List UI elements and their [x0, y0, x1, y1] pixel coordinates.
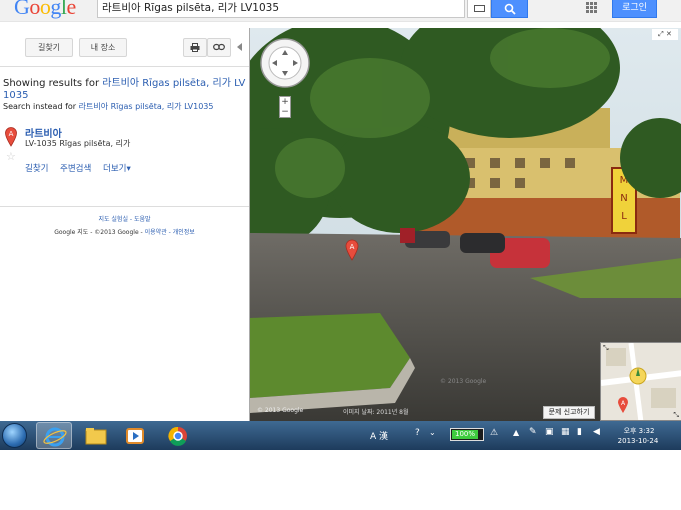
link-icon: [213, 43, 225, 51]
clock-time[interactable]: 오후 3:32: [619, 426, 659, 436]
battery-percent: 100%: [455, 430, 476, 438]
sign-letter: L: [621, 211, 627, 222]
terms-privacy-link[interactable]: 이용약관 - 개인정보: [145, 229, 195, 236]
showing-results-text: Showing results for 라트비아 Rīgas pilsēta, …: [3, 78, 249, 102]
start-button[interactable]: [2, 423, 27, 448]
search-instead-text: Search instead for 라트비아 Rīgas pilsēta, 리…: [3, 101, 214, 112]
footer-links[interactable]: 지도 실험실 - 도움말: [0, 214, 249, 223]
star-icon[interactable]: ☆: [6, 150, 16, 163]
map-copyright: © 2013 Google: [257, 407, 304, 414]
showing-prefix: Showing results for: [3, 78, 100, 89]
instead-prefix: Search instead for: [3, 102, 77, 111]
street-view-panorama[interactable]: M N L A © 2013 Google + − ⤢ ✕ © 2013 Goo…: [249, 28, 681, 421]
show-hidden-icons[interactable]: ▲: [513, 428, 519, 437]
apps-grid-icon[interactable]: [586, 2, 598, 14]
resize-icon[interactable]: ⤡: [673, 411, 679, 420]
result-directions-link[interactable]: 길찾기: [25, 162, 48, 174]
copyright-text: Google 지도 - ©2013 Google -: [54, 229, 143, 236]
google-logo[interactable]: Google: [14, 0, 76, 20]
zoom-in-button[interactable]: +: [280, 97, 290, 107]
search-icon: [504, 3, 516, 15]
results-panel: 길찾기 내 장소 Showing results for 라트비아 Rīgas …: [0, 28, 249, 421]
fullscreen-close-icons[interactable]: ⤢ ✕: [652, 29, 678, 40]
media-player-icon: [126, 428, 144, 444]
taskbar-explorer[interactable]: [78, 422, 114, 449]
search-input[interactable]: 라트비아 Rīgas pilsēta, 리가 LV1035: [97, 0, 465, 18]
volume-icon[interactable]: ◀: [593, 427, 600, 437]
mini-map[interactable]: A ⤡ ⤡: [600, 342, 681, 421]
windows-taskbar: A 漢 ? ⌄ 100% ⚠ ▲ ✎ ▣ ▦ ▮ ◀ 오후 3:32 2013-…: [0, 421, 681, 450]
result-address: LV-1035 Rīgas pilsēta, 리가: [25, 139, 131, 148]
marker-letter: A: [9, 130, 14, 138]
map-watermark: © 2013 Google: [440, 378, 487, 385]
keyboard-icon[interactable]: [467, 0, 491, 18]
directions-button[interactable]: 길찾기: [25, 38, 73, 57]
battery-indicator[interactable]: 100%: [450, 428, 484, 441]
footer-copyright: Google 지도 - ©2013 Google - 이용약관 - 개인정보: [0, 227, 249, 236]
ime-indicator[interactable]: A 漢: [370, 429, 388, 442]
street-marker-letter: A: [350, 243, 355, 251]
internet-explorer-icon: [43, 427, 67, 447]
clock-date[interactable]: 2013-10-24: [613, 437, 663, 445]
taskbar-chrome[interactable]: [160, 422, 196, 449]
pan-control[interactable]: [260, 38, 310, 88]
print-button[interactable]: [183, 38, 207, 57]
system-tray: A 漢 ? ⌄ 100% ⚠ ▲ ✎ ▣ ▦ ▮ ◀ 오후 3:32 2013-…: [365, 423, 681, 448]
login-button[interactable]: 로그인: [612, 0, 657, 18]
result-more-link[interactable]: 더보기▾: [103, 162, 131, 174]
folder-icon: [85, 428, 107, 445]
expand-icon[interactable]: ⤡: [603, 344, 609, 353]
chrome-icon: [168, 426, 187, 446]
network-icon[interactable]: ▦: [561, 427, 570, 437]
link-button[interactable]: [207, 38, 231, 57]
result-marker-icon[interactable]: A: [5, 127, 17, 147]
signal-icon[interactable]: ▮: [577, 427, 582, 437]
zoom-control[interactable]: + −: [279, 96, 291, 118]
original-query-link[interactable]: 라트비아 Rīgas pilsēta, 리가 LV1035: [79, 102, 214, 111]
my-places-button[interactable]: 내 장소: [79, 38, 127, 57]
report-problem-button[interactable]: 문제 신고하기: [543, 406, 595, 419]
divider: [0, 66, 249, 67]
divider: [0, 206, 249, 207]
top-bar: Google 라트비아 Rīgas pilsēta, 리가 LV1035 로그인: [0, 0, 681, 22]
search-button[interactable]: [491, 0, 528, 18]
taskbar-ie[interactable]: [36, 422, 72, 449]
warning-icon[interactable]: ⚠: [490, 428, 498, 438]
zoom-out-button[interactable]: −: [280, 107, 290, 117]
ime-options-icon[interactable]: ⌄: [429, 428, 436, 437]
print-icon: [190, 43, 200, 52]
help-icon[interactable]: ?: [415, 428, 420, 438]
taskbar-media-player[interactable]: [118, 422, 154, 449]
sign-letter: N: [620, 193, 627, 204]
logo-letter: G: [14, 0, 30, 19]
pen-icon[interactable]: ✎: [529, 427, 537, 437]
image-date: 이미지 날짜: 2011년 8월: [343, 409, 409, 416]
device-icon[interactable]: ▣: [545, 427, 554, 437]
result-nearby-link[interactable]: 주변검색: [60, 162, 91, 174]
collapse-panel-icon[interactable]: [237, 43, 242, 51]
